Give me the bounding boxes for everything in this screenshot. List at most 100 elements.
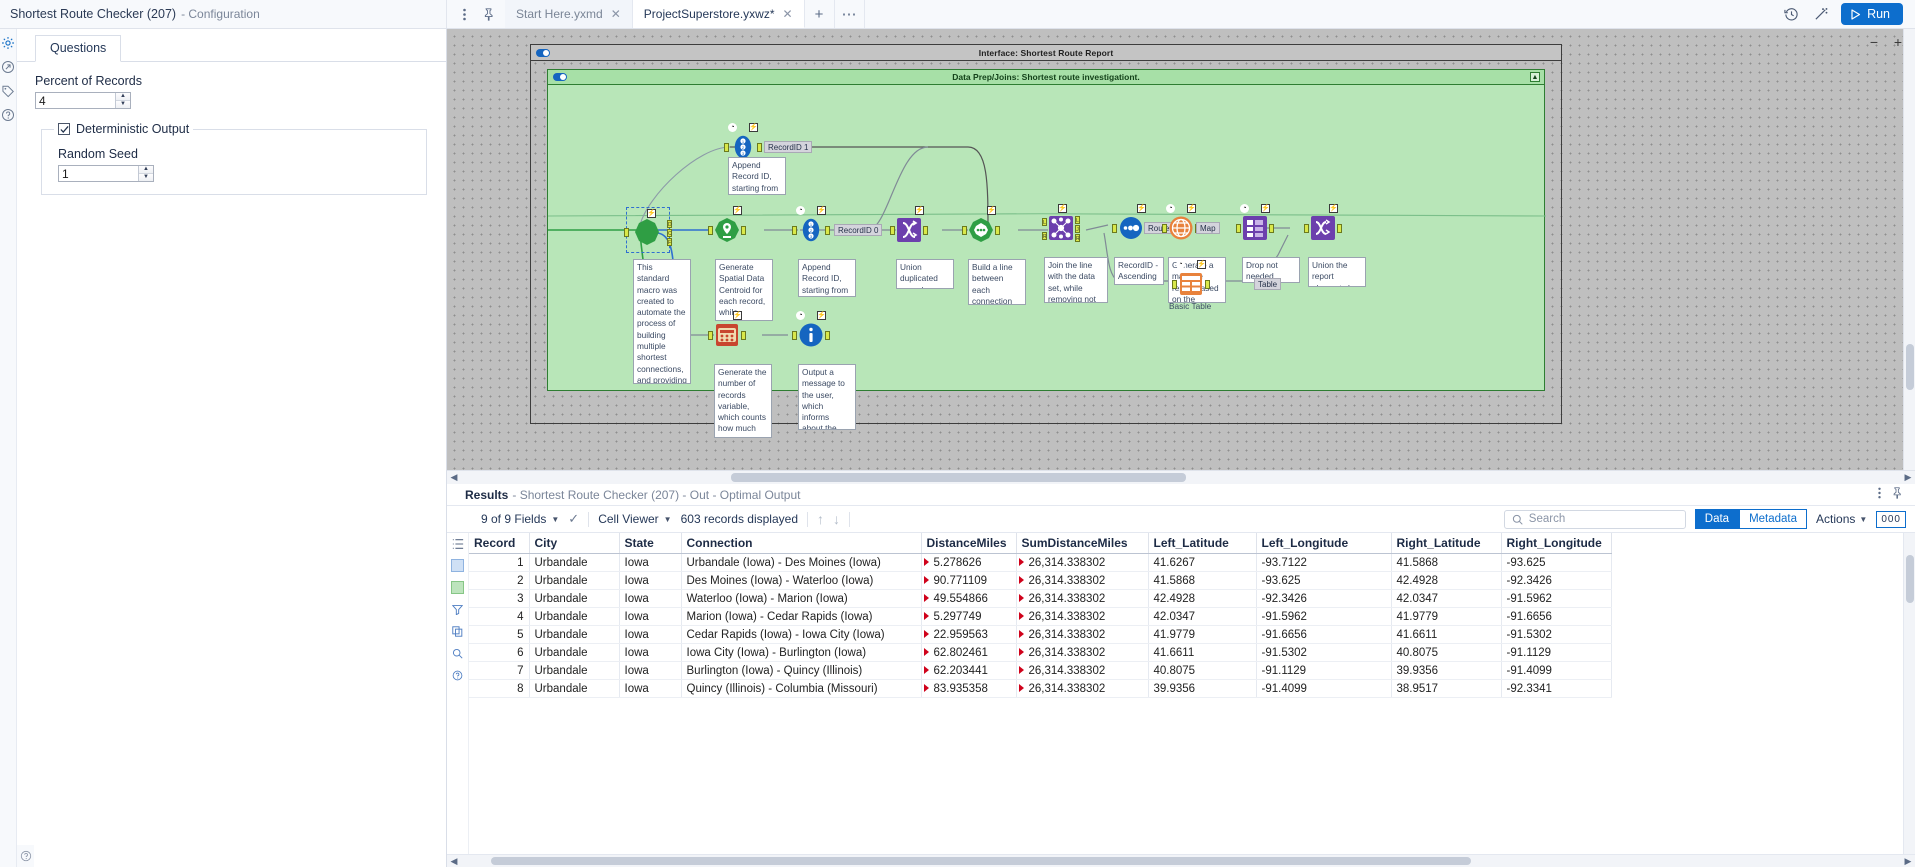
input-anchor[interactable] bbox=[792, 331, 797, 340]
table-cell[interactable]: 39.9356 bbox=[1148, 679, 1257, 698]
table-cell[interactable]: -91.5302 bbox=[1256, 643, 1392, 662]
table-row[interactable]: 4 Urbandale Iowa Marion (Iowa) - Cedar Rapi… bbox=[469, 607, 1612, 626]
tool-layout[interactable]: ⚡ bbox=[1304, 204, 1342, 241]
table-cell[interactable]: 26,314.338302 bbox=[1016, 661, 1149, 680]
table-cell[interactable]: 41.6611 bbox=[1391, 625, 1502, 644]
table-row[interactable]: 7 Urbandale Iowa Burlington (Iowa) - Quincy… bbox=[469, 661, 1612, 680]
table-cell[interactable]: Quincy (Illinois) - Columbia (Missouri) bbox=[681, 679, 922, 698]
output-anchor[interactable] bbox=[1269, 224, 1274, 233]
table-cell[interactable]: Iowa bbox=[619, 679, 682, 698]
table-cell[interactable]: Urbandale (Iowa) - Des Moines (Iowa) bbox=[681, 553, 922, 572]
tab-data[interactable]: Data bbox=[1694, 509, 1740, 529]
table-cell[interactable]: 41.6267 bbox=[1148, 553, 1257, 572]
fields-selector[interactable]: 9 of 9 Fields ▼ bbox=[481, 512, 559, 526]
input-anchor[interactable] bbox=[1172, 280, 1177, 289]
table-cell[interactable]: -91.4099 bbox=[1501, 661, 1612, 680]
table-cell[interactable]: 26,314.338302 bbox=[1016, 553, 1149, 572]
search-input[interactable]: Search bbox=[1503, 509, 1686, 529]
table-cell[interactable]: Marion (Iowa) - Cedar Rapids (Iowa) bbox=[681, 607, 922, 626]
zoom-in-button[interactable]: + bbox=[1891, 35, 1905, 49]
percent-of-records-input[interactable]: 4 bbox=[36, 93, 115, 108]
output-anchor-l[interactable]: L bbox=[1075, 216, 1080, 224]
output-anchor[interactable] bbox=[923, 226, 928, 235]
table-cell[interactable]: 49.554866 bbox=[921, 589, 1017, 608]
input-anchor-l[interactable]: L bbox=[1042, 218, 1047, 226]
results-scroll-right-icon[interactable]: ▶ bbox=[1901, 856, 1915, 867]
tool-basic-table[interactable]: ◔ ⚡ bbox=[1172, 260, 1210, 297]
table-cell[interactable]: 83.935358 bbox=[921, 679, 1017, 698]
history-icon[interactable] bbox=[1781, 4, 1801, 24]
col-left-longitude[interactable]: Left_Longitude bbox=[1256, 533, 1392, 554]
row-profile-icon[interactable] bbox=[451, 581, 464, 594]
zoom-out-button[interactable]: − bbox=[1867, 35, 1881, 49]
scroll-left-icon[interactable]: ◀ bbox=[447, 472, 461, 483]
results-grid-scroll[interactable]: Record City State Connection DistanceMil… bbox=[469, 533, 1903, 854]
table-cell[interactable]: Urbandale bbox=[529, 589, 620, 608]
canvas-vertical-scrollbar[interactable] bbox=[1903, 29, 1915, 470]
table-cell[interactable]: 90.771109 bbox=[921, 571, 1017, 590]
output-anchor[interactable] bbox=[1205, 280, 1210, 289]
table-cell[interactable]: -92.3426 bbox=[1501, 571, 1612, 590]
table-cell[interactable]: 42.4928 bbox=[1148, 589, 1257, 608]
output-anchor-r[interactable]: R bbox=[1075, 234, 1080, 242]
output-anchor[interactable] bbox=[825, 331, 830, 340]
table-cell[interactable]: -91.6656 bbox=[1256, 625, 1392, 644]
tool-join[interactable]: ⚡ L R L J R bbox=[1042, 204, 1080, 242]
col-city[interactable]: City bbox=[529, 533, 620, 554]
new-tab-button[interactable]: + bbox=[804, 0, 835, 28]
table-cell[interactable]: Iowa bbox=[619, 571, 682, 590]
tool-count-records[interactable]: ⚡ bbox=[708, 311, 746, 348]
tab-close-icon[interactable]: ✕ bbox=[611, 8, 621, 20]
table-cell[interactable]: Urbandale bbox=[529, 679, 620, 698]
table-cell[interactable]: 2 bbox=[469, 571, 530, 590]
output-anchor[interactable] bbox=[1337, 224, 1342, 233]
tool-select[interactable]: ◔ ⚡ bbox=[1236, 204, 1274, 241]
scroll-up-icon[interactable]: ↑ bbox=[817, 511, 824, 527]
table-cell[interactable]: -91.1129 bbox=[1256, 661, 1392, 680]
table-cell[interactable]: 42.4928 bbox=[1391, 571, 1502, 590]
help-icon[interactable] bbox=[1, 107, 16, 122]
table-cell[interactable]: 41.9779 bbox=[1148, 625, 1257, 644]
table-cell[interactable]: Iowa bbox=[619, 625, 682, 644]
percent-stepper-up[interactable]: ▲ bbox=[116, 93, 130, 101]
input-anchor[interactable] bbox=[1304, 224, 1309, 233]
table-cell[interactable]: 26,314.338302 bbox=[1016, 589, 1149, 608]
table-cell[interactable]: 26,314.338302 bbox=[1016, 643, 1149, 662]
results-vertical-scrollbar[interactable] bbox=[1903, 533, 1915, 854]
table-cell[interactable]: 42.0347 bbox=[1148, 607, 1257, 626]
output-anchor-d[interactable]: D bbox=[667, 220, 672, 228]
output-anchor[interactable] bbox=[825, 226, 830, 235]
percent-stepper-down[interactable]: ▼ bbox=[116, 100, 130, 108]
table-row[interactable]: 3 Urbandale Iowa Waterloo (Iowa) - Marion (… bbox=[469, 589, 1612, 608]
table-cell[interactable]: 1 bbox=[469, 553, 530, 572]
input-anchor[interactable] bbox=[792, 226, 797, 235]
percent-of-records-stepper[interactable]: 4 ▲ ▼ bbox=[35, 92, 131, 109]
copy-icon[interactable] bbox=[451, 625, 464, 638]
table-cell[interactable]: Urbandale bbox=[529, 625, 620, 644]
table-row[interactable]: 2 Urbandale Iowa Des Moines (Iowa) - Waterl… bbox=[469, 571, 1612, 590]
table-cell[interactable]: -91.6656 bbox=[1501, 607, 1612, 626]
results-hscroll-track[interactable] bbox=[461, 856, 1901, 866]
table-cell[interactable]: 5 bbox=[469, 625, 530, 644]
input-anchor[interactable] bbox=[1236, 224, 1241, 233]
scroll-down-icon[interactable]: ↓ bbox=[833, 511, 840, 527]
table-cell[interactable]: Iowa City (Iowa) - Burlington (Iowa) bbox=[681, 643, 922, 662]
tab-start-here[interactable]: Start Here.yxmd ✕ bbox=[505, 0, 633, 28]
input-anchor[interactable] bbox=[708, 331, 713, 340]
scroll-right-icon[interactable]: ▶ bbox=[1901, 472, 1915, 483]
table-cell[interactable]: Urbandale bbox=[529, 553, 620, 572]
table-cell[interactable]: 26,314.338302 bbox=[1016, 679, 1149, 698]
table-cell[interactable]: -91.4099 bbox=[1256, 679, 1392, 698]
table-cell[interactable]: 40.8075 bbox=[1391, 643, 1502, 662]
table-row[interactable]: 6 Urbandale Iowa Iowa City (Iowa) - Burling… bbox=[469, 643, 1612, 662]
table-cell[interactable]: -91.5962 bbox=[1501, 589, 1612, 608]
results-kebab-icon[interactable] bbox=[1878, 487, 1881, 502]
table-cell[interactable]: -93.625 bbox=[1501, 553, 1612, 572]
table-cell[interactable]: Iowa bbox=[619, 607, 682, 626]
results-hscroll-thumb[interactable] bbox=[491, 856, 1471, 865]
input-anchor[interactable] bbox=[1162, 224, 1167, 233]
table-cell[interactable]: 41.5868 bbox=[1391, 553, 1502, 572]
table-cell[interactable]: -91.5962 bbox=[1256, 607, 1392, 626]
table-cell[interactable]: 26,314.338302 bbox=[1016, 607, 1149, 626]
help-circle-icon[interactable] bbox=[18, 849, 33, 864]
